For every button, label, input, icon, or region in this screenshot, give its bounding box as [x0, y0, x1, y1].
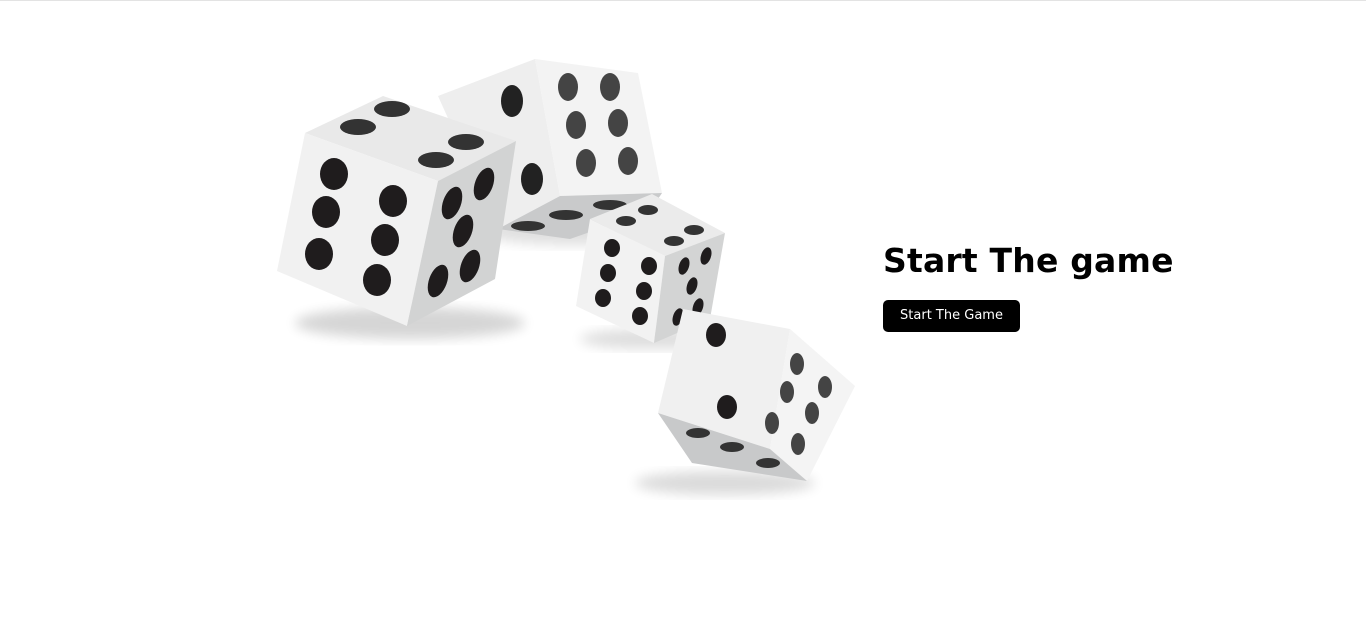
die-large: [277, 96, 525, 339]
start-panel: Start The game Start The Game: [883, 239, 1303, 332]
game-start-screen: Start The game Start The Game: [0, 0, 1366, 641]
start-game-button[interactable]: Start The Game: [883, 300, 1020, 332]
dice-icon: [277, 59, 855, 495]
page-title: Start The game: [883, 241, 1174, 280]
